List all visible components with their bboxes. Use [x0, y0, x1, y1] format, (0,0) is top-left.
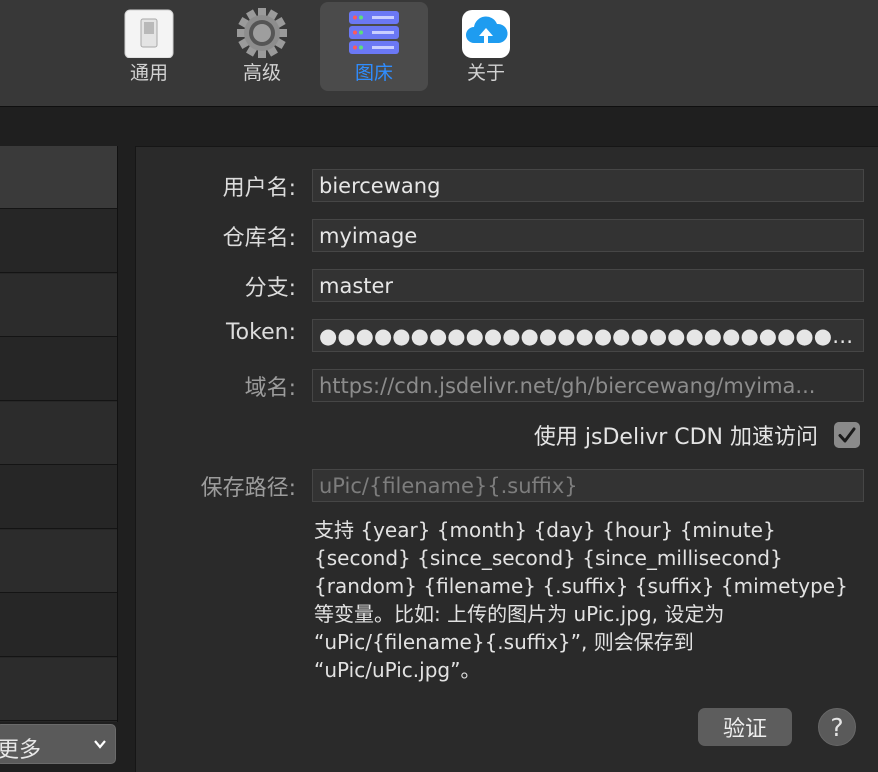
save-path-help-text: 支持 {year} {month} {day} {hour} {minute} … [314, 518, 848, 682]
preferences-toolbar: 通用 高级 图床 关于 [0, 0, 878, 107]
list-item[interactable] [0, 658, 117, 721]
username-field[interactable] [312, 169, 864, 202]
more-host-select[interactable]: 更多 [0, 724, 116, 764]
upic-preferences-window: 通用 高级 图床 关于 更多 用户名: biercewang 仓库名: myim… [0, 0, 878, 772]
more-host-select-value: 更多 [0, 738, 42, 763]
list-item[interactable] [0, 338, 117, 401]
tab-advanced[interactable]: 高级 [208, 2, 316, 91]
cdn-checkbox[interactable] [834, 422, 860, 448]
save-path-label: 保存路径: [200, 476, 296, 501]
tab-advanced-label: 高级 [242, 62, 281, 84]
upload-cloud-icon [462, 10, 510, 58]
branch-label: 分支: [244, 276, 296, 301]
list-item[interactable] [0, 210, 117, 273]
username-label: 用户名: [222, 176, 296, 201]
list-item[interactable] [0, 274, 117, 337]
list-item[interactable] [0, 466, 117, 529]
repo-label: 仓库名: [222, 226, 296, 251]
save-path-field[interactable] [312, 469, 864, 502]
list-item[interactable] [0, 530, 117, 593]
tab-general-label: 通用 [129, 62, 168, 84]
branch-field[interactable] [312, 269, 864, 302]
chevron-down-icon [94, 740, 106, 749]
tab-general[interactable]: 通用 [95, 2, 203, 91]
server-icon [349, 11, 399, 54]
gear-icon [237, 8, 287, 58]
tab-image-host[interactable]: 图床 [320, 2, 428, 91]
list-item[interactable] [0, 594, 117, 657]
tab-image-host-label: 图床 [354, 62, 393, 84]
list-item[interactable] [0, 402, 117, 465]
domain-label: 域名: [244, 376, 296, 401]
token-label: Token: [225, 320, 296, 345]
repo-field[interactable] [312, 219, 864, 252]
tab-about[interactable]: 关于 [432, 2, 540, 91]
cdn-checkbox-label: 使用 jsDelivr CDN 加速访问 [533, 425, 818, 450]
image-host-list [0, 146, 118, 722]
switch-icon [124, 9, 174, 58]
verify-button[interactable]: 验证 [698, 708, 792, 746]
help-button[interactable]: ? [818, 708, 856, 746]
token-field[interactable] [312, 319, 864, 352]
tab-about-label: 关于 [466, 62, 505, 84]
list-item[interactable] [0, 146, 117, 209]
domain-field [312, 369, 864, 402]
